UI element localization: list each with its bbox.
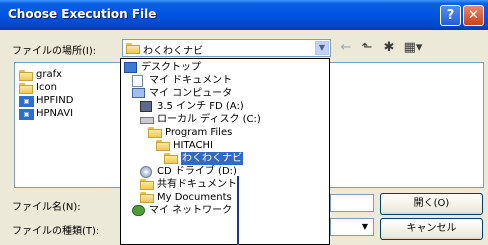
help-button[interactable]: ? bbox=[440, 5, 461, 26]
new-folder-icon[interactable]: ✱ bbox=[381, 40, 397, 56]
close-button[interactable]: ✕ bbox=[463, 5, 484, 26]
folder-icon bbox=[148, 127, 163, 138]
network-icon bbox=[132, 205, 145, 216]
file-type-label: ファイルの種類(T): bbox=[12, 226, 100, 237]
cancel-button[interactable]: キャンセル bbox=[380, 218, 483, 240]
back-icon[interactable]: ← bbox=[339, 40, 353, 56]
file-name-input[interactable] bbox=[330, 194, 374, 212]
look-in-combobox[interactable]: わくわくナビ ▼ bbox=[122, 39, 331, 57]
file-dialog: Choose Execution File ? ✕ ファイルの場所(I): わく… bbox=[0, 0, 488, 245]
cd-drive-icon bbox=[140, 166, 152, 178]
folder-icon bbox=[156, 140, 171, 151]
look-in-value: わくわくナビ bbox=[143, 46, 203, 57]
look-in-label: ファイルの場所(I): bbox=[12, 46, 97, 57]
file-name: HPNAVI bbox=[36, 108, 74, 119]
chevron-down-icon[interactable]: ▼ bbox=[358, 220, 372, 234]
file-name: Icon bbox=[36, 82, 57, 93]
folder-icon bbox=[19, 83, 34, 94]
chevron-down-icon[interactable]: ▼ bbox=[315, 41, 329, 55]
file-name: grafx bbox=[36, 69, 63, 80]
folder-icon bbox=[140, 179, 155, 190]
folder-icon bbox=[140, 192, 155, 203]
file-name-label: ファイル名(N): bbox=[12, 202, 81, 213]
folder-icon bbox=[19, 70, 34, 81]
documents-icon bbox=[132, 75, 143, 87]
open-button[interactable]: 開く(O) bbox=[380, 193, 483, 215]
mouse-pointer-line bbox=[237, 176, 239, 245]
folder-icon bbox=[126, 43, 141, 54]
exe-icon: ▣ bbox=[19, 109, 34, 120]
title-bar[interactable]: Choose Execution File ? ✕ bbox=[0, 0, 488, 30]
computer-icon bbox=[132, 88, 145, 98]
floppy-icon bbox=[140, 101, 152, 112]
desktop-icon bbox=[124, 62, 137, 73]
file-name: HPFIND bbox=[36, 95, 74, 106]
exe-icon: ▣ bbox=[19, 96, 34, 107]
look-in-dropdown-list[interactable]: デスクトップ マイ ドキュメント マイ コンピュータ 3.5 インチ FD (A… bbox=[120, 58, 330, 245]
file-type-select[interactable]: ▼ bbox=[330, 218, 374, 236]
views-menu-icon[interactable]: ▦▾ bbox=[402, 40, 424, 56]
window-title: Choose Execution File bbox=[8, 7, 157, 21]
hard-disk-icon bbox=[140, 117, 154, 124]
folder-open-icon bbox=[164, 153, 179, 164]
up-folder-icon[interactable]: ⬑ bbox=[359, 40, 375, 56]
